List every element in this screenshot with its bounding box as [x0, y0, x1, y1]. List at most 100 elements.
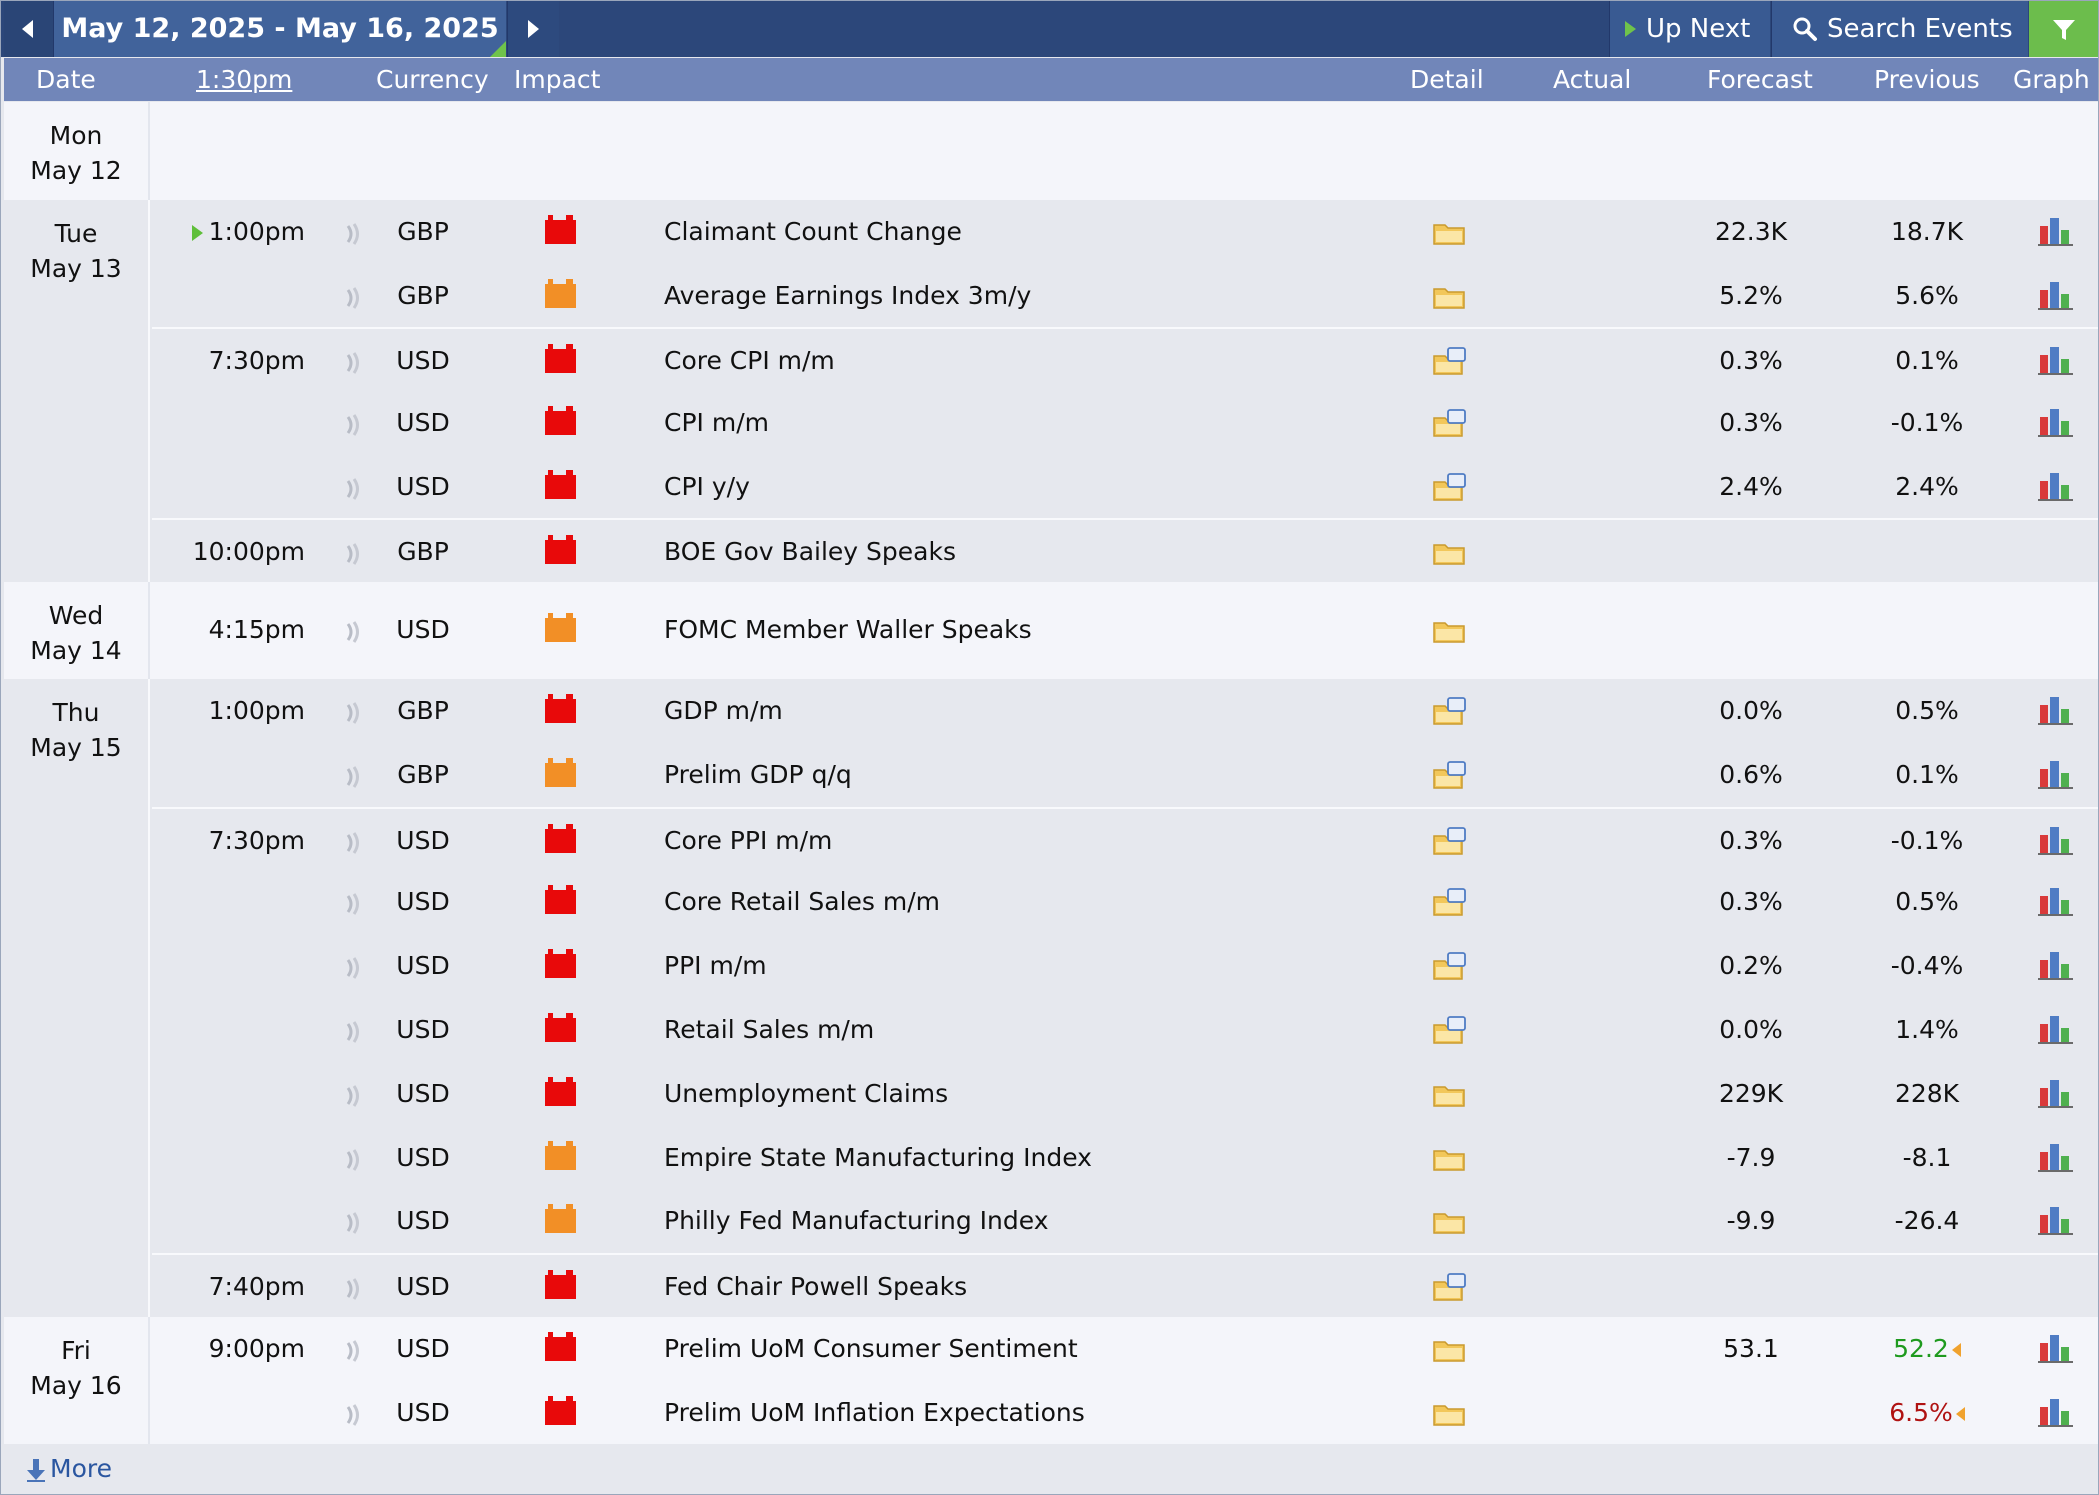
event-row[interactable]: USD Empire State Manufacturing Index -7.9 -… [152, 1126, 2098, 1190]
event-row[interactable]: USD CPI y/y 2.4% 2.4% [152, 455, 2098, 519]
event-row[interactable]: GBP Average Earnings Index 3m/y 5.2% 5.6% [152, 264, 2098, 328]
sound-alert-icon[interactable] [343, 956, 363, 979]
event-name[interactable]: Philly Fed Manufacturing Index [664, 1189, 1049, 1253]
event-row[interactable]: USD Core Retail Sales m/m 0.3% 0.5% [152, 870, 2098, 934]
event-name[interactable]: Prelim UoM Consumer Sentiment [664, 1317, 1078, 1381]
sound-alert-icon[interactable] [343, 286, 363, 309]
sound-alert-icon[interactable] [343, 701, 363, 724]
sound-alert-icon[interactable] [343, 765, 363, 788]
event-name[interactable]: GDP m/m [664, 679, 783, 743]
bar-graph-icon[interactable] [2037, 278, 2075, 312]
event-row[interactable]: USD Retail Sales m/m 0.0% 1.4% [152, 998, 2098, 1062]
detail-folder-plus-icon[interactable] [1432, 826, 1468, 856]
event-row[interactable]: 10:00pm GBP BOE Gov Bailey Speaks [152, 518, 2098, 584]
detail-folder-icon[interactable] [1432, 1398, 1468, 1428]
event-row[interactable]: 7:40pm USD Fed Chair Powell Speaks [152, 1253, 2098, 1319]
previous-week-button[interactable] [4, 1, 54, 57]
bar-graph-icon[interactable] [2037, 343, 2075, 377]
detail-folder-plus-icon[interactable] [1432, 408, 1468, 438]
bar-graph-icon[interactable] [2037, 1331, 2075, 1365]
detail-folder-icon[interactable] [1432, 1079, 1468, 1109]
next-week-button[interactable] [507, 1, 559, 57]
sound-alert-icon[interactable] [343, 1277, 363, 1300]
sound-alert-icon[interactable] [343, 351, 363, 374]
sound-alert-icon[interactable] [343, 831, 363, 854]
event-name[interactable]: FOMC Member Waller Speaks [664, 598, 1032, 662]
event-row[interactable]: GBP Prelim GDP q/q 0.6% 0.1% [152, 743, 2098, 807]
event-row[interactable]: USD Unemployment Claims 229K 228K [152, 1062, 2098, 1126]
detail-folder-plus-icon[interactable] [1432, 346, 1468, 376]
sound-alert-icon[interactable] [343, 413, 363, 436]
event-name[interactable]: Retail Sales m/m [664, 998, 874, 1062]
event-name[interactable]: Prelim UoM Inflation Expectations [664, 1381, 1085, 1445]
sound-alert-icon[interactable] [343, 620, 363, 643]
event-name[interactable]: Claimant Count Change [664, 200, 962, 264]
sound-alert-icon[interactable] [343, 542, 363, 565]
detail-folder-icon[interactable] [1432, 537, 1468, 567]
event-name[interactable]: PPI m/m [664, 934, 767, 998]
event-row[interactable]: USD Philly Fed Manufacturing Index -9.9 -26… [152, 1189, 2098, 1253]
event-name[interactable]: CPI y/y [664, 455, 750, 519]
sound-alert-icon[interactable] [343, 477, 363, 500]
bar-graph-icon[interactable] [2037, 948, 2075, 982]
sound-alert-icon[interactable] [343, 1084, 363, 1107]
date-range-title[interactable]: May 12, 2025 - May 16, 2025 [54, 1, 506, 57]
sound-alert-icon[interactable] [343, 1020, 363, 1043]
sound-alert-icon[interactable] [343, 1403, 363, 1426]
bar-graph-icon[interactable] [2037, 823, 2075, 857]
event-name[interactable]: Prelim GDP q/q [664, 743, 852, 807]
bar-graph-icon[interactable] [2037, 1203, 2075, 1237]
event-row[interactable]: USD PPI m/m 0.2% -0.4% [152, 934, 2098, 998]
bar-graph-icon[interactable] [2037, 884, 2075, 918]
sound-alert-icon[interactable] [343, 1339, 363, 1362]
event-row[interactable]: 4:15pm USD FOMC Member Waller Speaks [152, 598, 2098, 662]
event-name[interactable]: Core CPI m/m [664, 329, 835, 393]
sound-alert-icon[interactable] [343, 222, 363, 245]
detail-folder-icon[interactable] [1432, 281, 1468, 311]
detail-folder-plus-icon[interactable] [1432, 887, 1468, 917]
filter-button[interactable] [2029, 1, 2098, 57]
bar-graph-icon[interactable] [2037, 1076, 2075, 1110]
detail-folder-plus-icon[interactable] [1432, 760, 1468, 790]
detail-folder-icon[interactable] [1432, 1334, 1468, 1364]
bar-graph-icon[interactable] [2037, 1012, 2075, 1046]
bar-graph-icon[interactable] [2037, 1140, 2075, 1174]
event-name[interactable]: Average Earnings Index 3m/y [664, 264, 1031, 328]
sound-alert-icon[interactable] [343, 1211, 363, 1234]
event-row[interactable]: USD CPI m/m 0.3% -0.1% [152, 391, 2098, 455]
event-name[interactable]: Fed Chair Powell Speaks [664, 1255, 967, 1319]
detail-folder-plus-icon[interactable] [1432, 472, 1468, 502]
event-row[interactable]: 7:30pm USD Core PPI m/m 0.3% -0.1% [152, 807, 2098, 873]
bar-graph-icon[interactable] [2037, 693, 2075, 727]
event-row[interactable]: 9:00pm USD Prelim UoM Consumer Sentiment 53… [152, 1317, 2098, 1381]
detail-folder-plus-icon[interactable] [1432, 1015, 1468, 1045]
bar-graph-icon[interactable] [2037, 1395, 2075, 1429]
more-button[interactable]: More [4, 1444, 2098, 1494]
detail-folder-icon[interactable] [1432, 1143, 1468, 1173]
detail-folder-icon[interactable] [1432, 217, 1468, 247]
timezone-time-link[interactable]: 1:30pm [196, 58, 292, 101]
detail-folder-plus-icon[interactable] [1432, 1272, 1468, 1302]
detail-folder-plus-icon[interactable] [1432, 696, 1468, 726]
bar-graph-icon[interactable] [2037, 405, 2075, 439]
event-name[interactable]: Unemployment Claims [664, 1062, 948, 1126]
event-row[interactable]: 1:00pm GBP Claimant Count Change 22.3K 18.7K [152, 200, 2098, 264]
event-name[interactable]: Core Retail Sales m/m [664, 870, 940, 934]
event-row[interactable]: 1:00pm GBP GDP m/m 0.0% 0.5% [152, 679, 2098, 743]
bar-graph-icon[interactable] [2037, 469, 2075, 503]
up-next-button[interactable]: Up Next [1609, 1, 1770, 57]
detail-folder-icon[interactable] [1432, 615, 1468, 645]
bar-graph-icon[interactable] [2037, 214, 2075, 248]
event-row[interactable]: 7:30pm USD Core CPI m/m 0.3% 0.1% [152, 327, 2098, 393]
sound-alert-icon[interactable] [343, 892, 363, 915]
bar-graph-icon[interactable] [2037, 757, 2075, 791]
search-events-button[interactable]: Search Events [1771, 1, 2028, 57]
event-name[interactable]: BOE Gov Bailey Speaks [664, 520, 956, 584]
event-name[interactable]: Empire State Manufacturing Index [664, 1126, 1092, 1190]
detail-folder-plus-icon[interactable] [1432, 951, 1468, 981]
event-row[interactable]: USD Prelim UoM Inflation Expectations 6.5% [152, 1381, 2098, 1445]
sound-alert-icon[interactable] [343, 1148, 363, 1171]
event-name[interactable]: CPI m/m [664, 391, 769, 455]
detail-folder-icon[interactable] [1432, 1206, 1468, 1236]
event-name[interactable]: Core PPI m/m [664, 809, 832, 873]
